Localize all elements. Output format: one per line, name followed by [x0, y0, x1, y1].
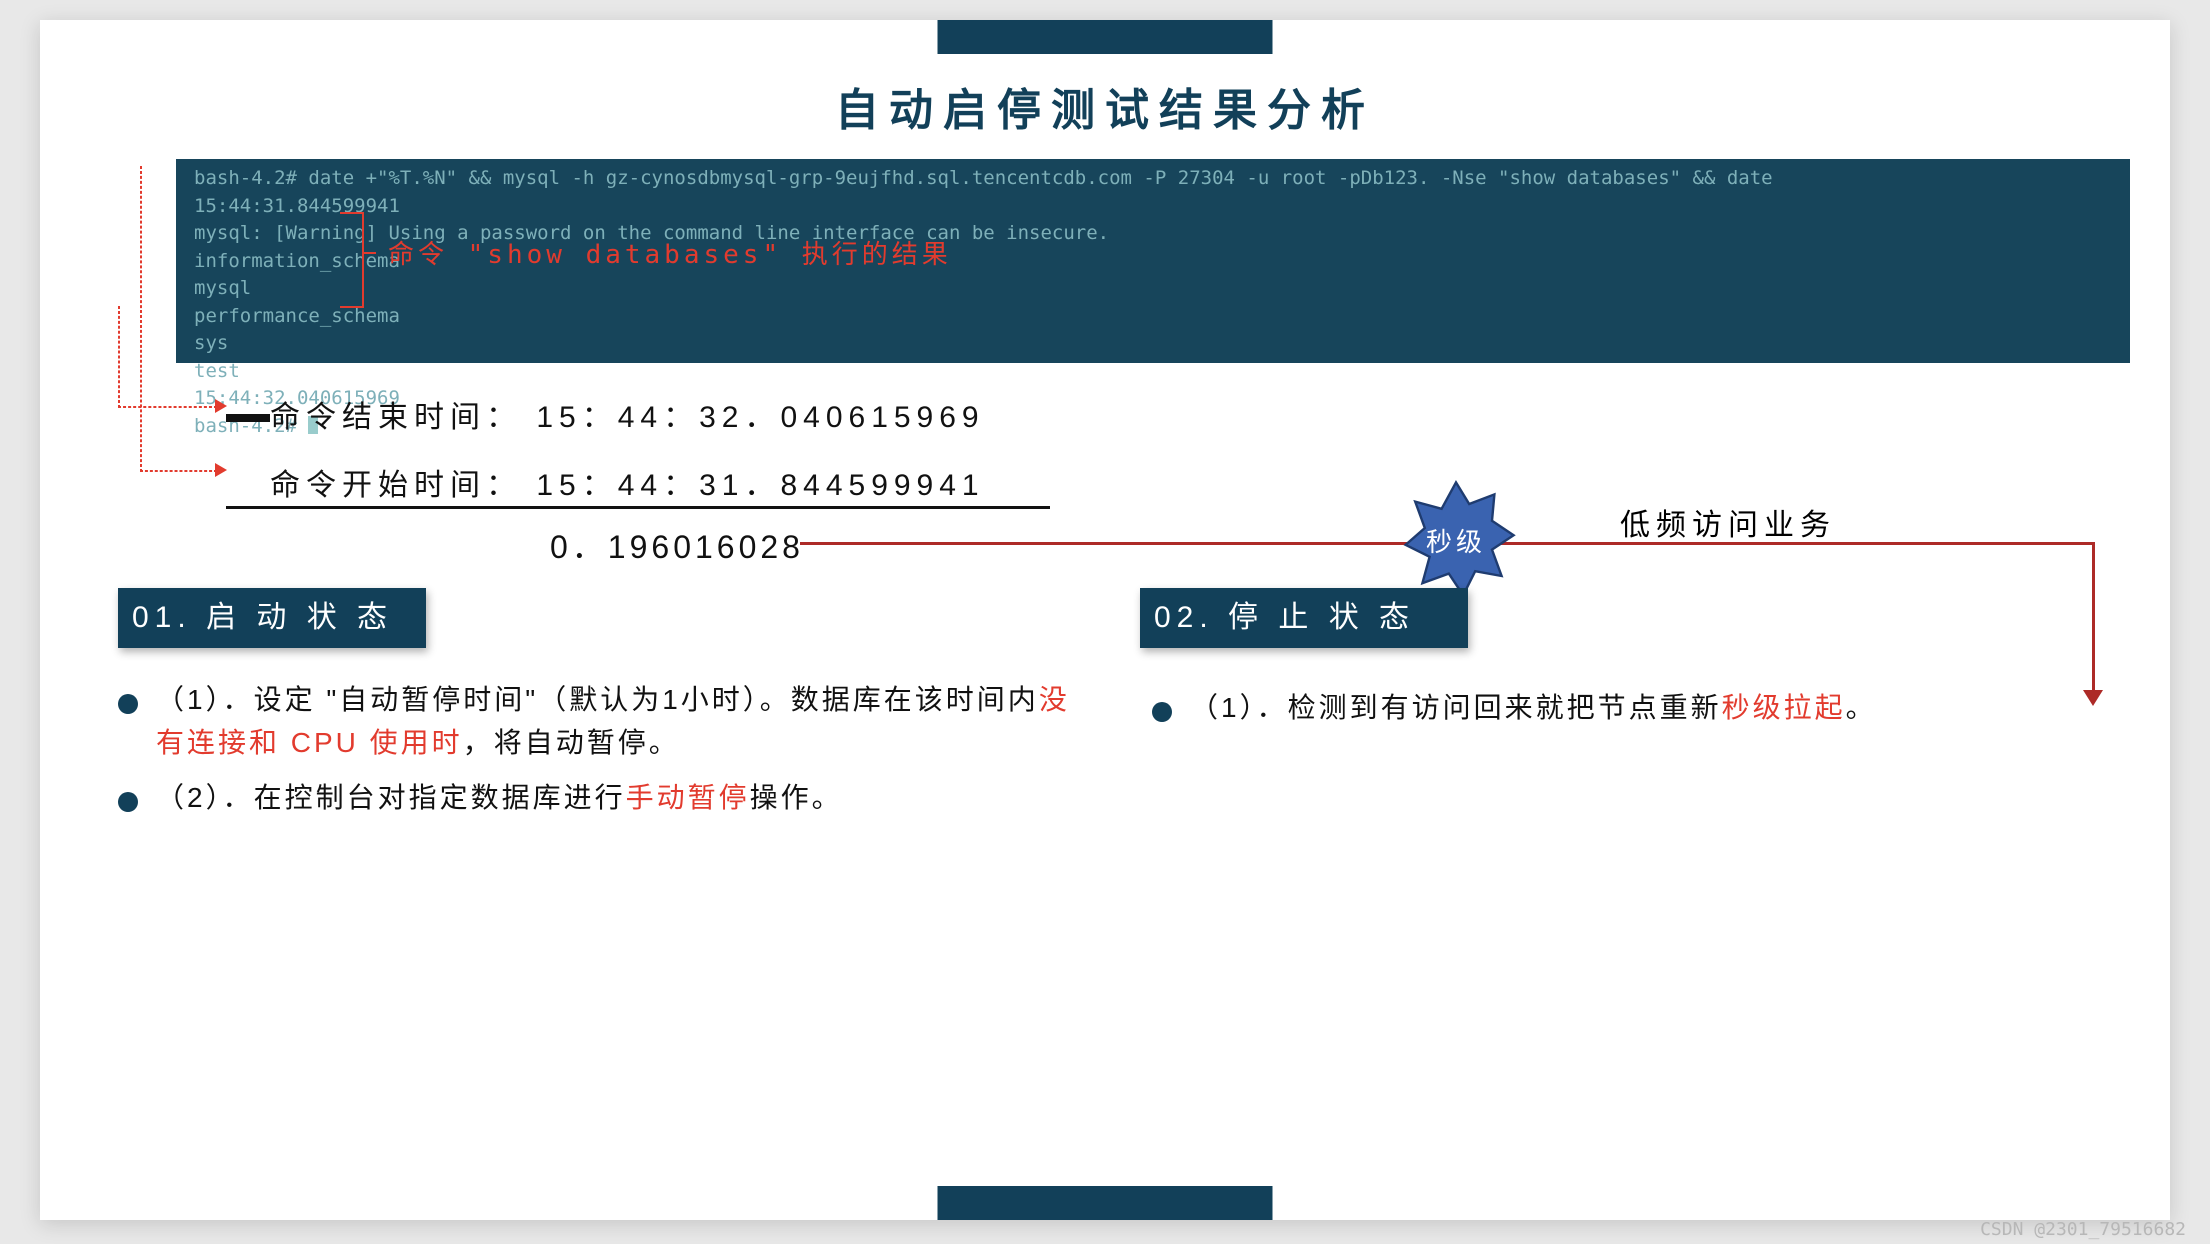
connector-line-down [2092, 542, 2095, 692]
end-time-value: 15：44：32．040615969 [536, 401, 984, 434]
end-time-row: 命令结束时间： 15：44：32．040615969 [270, 392, 985, 436]
section-pill-stopped: 02. 停 止 状 态 下 ： [1140, 588, 1468, 648]
running-point-2: （2）．在控制台对指定数据库进行手动暂停操作。 [156, 776, 1086, 819]
end-time-label: 命令结束时间： [270, 401, 522, 434]
bottom-accent-bar [938, 1186, 1273, 1220]
top-accent-bar [938, 20, 1273, 54]
text: 。 [1846, 692, 1877, 723]
emph: 秒级拉起 [1722, 692, 1846, 723]
connector-line-left [800, 542, 1420, 545]
stopped-point-1: （1）．检测到有访问回来就把节点重新秒级拉起。 [1190, 686, 2120, 729]
result-dash [362, 252, 376, 254]
leader-end-arrow-icon [215, 399, 227, 413]
watermark: CSDN @2301_79516682 [1980, 1219, 2186, 1240]
start-time-row: 命令开始时间： 15：44：31．844599941 [270, 460, 985, 504]
leader-end-h [118, 406, 217, 408]
text: （1）．检测到有访问回来就把节点重新 [1190, 692, 1722, 723]
bullet-icon [1152, 702, 1172, 722]
text: （1）．设定 "自动暂停时间"（默认为1小时）。数据库在该时间内 [156, 684, 1039, 715]
star-badge: 秒级 [1396, 480, 1516, 600]
leader-start-arrow-icon [215, 463, 227, 477]
result-annotation: 命令 "show databases" 执行的结果 [388, 234, 952, 271]
text: ，将自动暂停。 [463, 727, 680, 758]
slide-title: 自动启停测试结果分析 [40, 74, 2170, 138]
running-point-1: （1）．设定 "自动暂停时间"（默认为1小时）。数据库在该时间内没有连接和 CP… [156, 678, 1086, 765]
low-freq-label: 低频访问业务 [1620, 500, 1836, 544]
leader-start-h [140, 470, 217, 472]
minus-sign [226, 414, 270, 422]
leader-end-v [118, 306, 120, 408]
text: （2）．在控制台对指定数据库进行 [156, 782, 626, 813]
result-bracket [340, 212, 364, 308]
start-time-value: 15：44：31．844599941 [536, 469, 984, 502]
time-difference: 0．196016028 [550, 522, 804, 568]
section-pill-running: 01. 启 动 状 态 下 ： [118, 588, 426, 648]
start-time-label: 命令开始时间： [270, 469, 522, 502]
leader-start-v [140, 166, 142, 472]
bullet-icon [118, 694, 138, 714]
text: 操作。 [750, 782, 843, 813]
bullet-icon [118, 792, 138, 812]
star-badge-text: 秒级 [1396, 522, 1516, 559]
emph: 手动暂停 [626, 782, 750, 813]
divider-line [226, 506, 1050, 509]
